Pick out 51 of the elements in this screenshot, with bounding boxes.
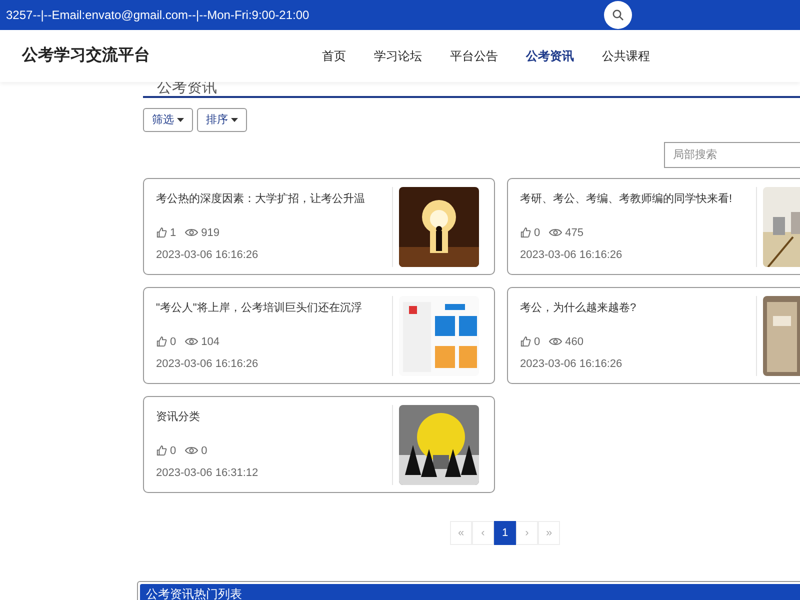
article-title[interactable]: 考公热的深度因素：大学扩招，让考公升温 [156,191,392,208]
article-card[interactable]: 考公热的深度因素：大学扩招，让考公升温 1 919 2023-03-06 16:16:26 [143,178,495,275]
thumbs-up-icon [520,227,531,238]
eye-icon [185,446,198,456]
contact-info: 3257--|--Email:envato@gmail.com--|--Mon-Fri:9:00-21:00 [5,7,310,24]
thumbs-up-icon [520,336,531,348]
article-card[interactable]: "考公人"将上岸，公考培训巨头们还在沉浮 0 104 2023-03-06 16:16:26 [143,287,495,384]
dropdown-button[interactable]: 筛选 [143,108,193,132]
eye-icon [549,337,562,346]
eye-icon [549,228,562,238]
caret-icon [231,118,238,122]
search-icon [612,9,624,21]
view-count: 0 [201,444,208,458]
site-title: 公考学习交流平台 [22,45,150,66]
nav-link[interactable]: 学习论坛 [374,47,422,65]
article-card[interactable]: 考公，为什么越来越卷? 0 460 2023-03-06 16:16:26 [507,287,800,384]
article-title[interactable]: 考研、考公、考编、考教师编的同学快来看! [520,191,756,208]
caret-icon [177,118,184,122]
search-button[interactable] [604,1,632,29]
eye-icon [185,337,198,346]
like-count: 0 [170,334,176,350]
view-count: 104 [201,334,220,350]
view-count: 475 [565,226,584,240]
like-count: 1 [170,226,176,240]
nav-link[interactable]: 首页 [322,47,346,65]
search-field[interactable]: 局部搜索 [664,142,800,168]
nav-link[interactable]: 平台公告 [450,47,498,65]
nav-link[interactable]: 公考资讯 [526,47,574,65]
page-button[interactable]: 1 [494,521,516,545]
view-count: 919 [201,226,220,240]
article-title[interactable]: "考公人"将上岸，公考培训巨头们还在沉浮 [156,300,392,316]
dropdown-button[interactable]: 排序 [197,108,247,132]
article-card[interactable]: 考研、考公、考编、考教师编的同学快来看! 0 475 2023-03-06 16:16:26 [507,178,800,275]
eye-icon [185,228,198,238]
thumbs-up-icon [156,445,167,456]
article-date: 2023-03-06 16:16:26 [520,248,624,263]
article-date: 2023-03-06 16:31:12 [156,466,260,481]
thumbs-up-icon [156,336,167,348]
like-count: 0 [534,226,540,240]
like-count: 0 [534,334,540,350]
thumbs-up-icon [156,227,167,238]
article-title[interactable]: 考公，为什么越来越卷? [520,300,756,316]
article-title[interactable]: 资讯分类 [156,409,392,426]
like-count: 0 [170,444,176,458]
article-card[interactable]: 资讯分类 0 0 2023-03-06 16:31:12 [143,396,495,493]
article-date: 2023-03-06 16:16:26 [156,248,260,263]
article-date: 2023-03-06 16:16:26 [520,357,624,372]
hot-list-header: 公考资讯热门列表 [140,584,800,600]
nav-link[interactable]: 公共课程 [602,47,650,65]
view-count: 460 [565,334,584,350]
article-date: 2023-03-06 16:16:26 [156,357,260,372]
